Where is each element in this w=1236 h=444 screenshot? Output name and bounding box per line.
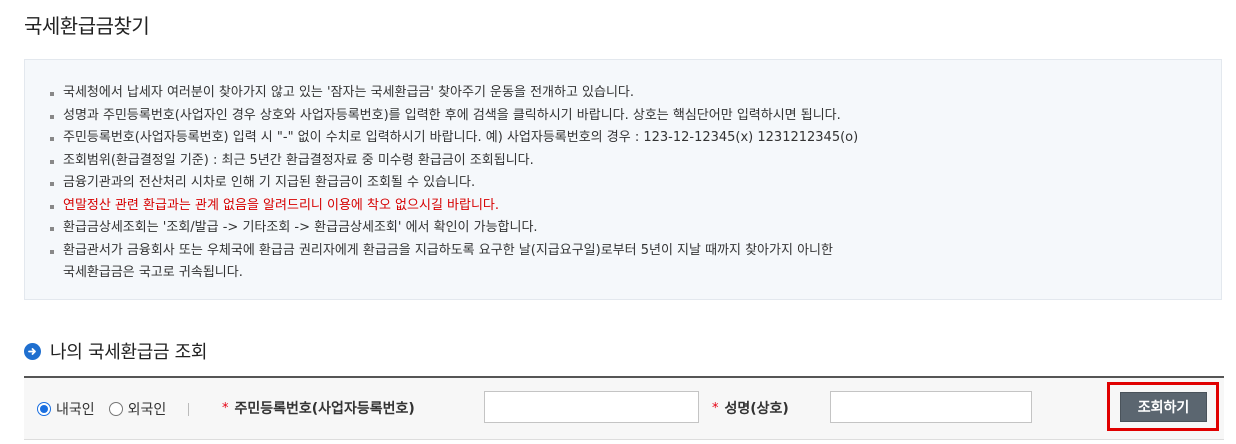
notice-item-text: 성명과 주민등록번호(사업자인 경우 상호와 사업자등록번호)를 입력한 후에 … (63, 107, 841, 123)
arrow-circle-icon (24, 342, 41, 360)
name-field-label-group: * 성명(상호) (712, 398, 789, 418)
divider (188, 402, 190, 416)
radio-foreign[interactable] (108, 402, 123, 416)
notice-item-text: 조회범위(환급결정일 기준) : 최근 5년간 환급결정자료 중 미수령 환급금… (63, 152, 534, 168)
name-input[interactable] (830, 391, 1032, 423)
notice-item: 조회범위(환급결정일 기준) : 최근 5년간 환급결정자료 중 미수령 환급금… (50, 150, 858, 173)
notice-item: 금융기관과의 전산처리 시차로 인해 기 지급된 환급금이 조회될 수 있습니다… (50, 172, 858, 195)
notice-item-text: 금융기관과의 전산처리 시차로 인해 기 지급된 환급금이 조회될 수 있습니다… (63, 175, 476, 190)
notice-item: 주민등록번호(사업자등록번호) 입력 시 "-" 없이 수치로 입력하시기 바랍… (50, 127, 858, 150)
section-title: 나의 국세환급금 조회 (50, 342, 208, 363)
radio-foreign-label[interactable]: 외국인 (128, 399, 167, 419)
notice-item-text: 주민등록번호(사업자등록번호) 입력 시 "-" 없이 수치로 입력하시기 바랍… (63, 130, 859, 145)
id-label: 주민등록번호(사업자등록번호) (234, 401, 415, 417)
required-mark: * (712, 400, 719, 416)
search-form: 내국인 외국인 * 주민등록번호(사업자등록번호) * 성명(상호) 조회하기 (24, 376, 1224, 440)
id-field-label-group: * 주민등록번호(사업자등록번호) (222, 398, 415, 418)
notice-item-text: 환급금상세조회는 '조회/발급 -> 기타조회 -> 환급금상세조회' 에서 확… (63, 220, 538, 235)
notice-list: 국세청에서 납세자 여러분이 찾아가지 않고 있는 '잠자는 국세환급금' 찾아… (50, 82, 858, 285)
name-label: 성명(상호) (724, 401, 789, 417)
section-heading: 나의 국세환급금 조회 (24, 338, 207, 364)
search-button[interactable]: 조회하기 (1120, 392, 1207, 422)
notice-item-text: 연말정산 관련 환급과는 관계 없음을 알려드리니 이용에 착오 없으시길 바랍… (63, 197, 500, 213)
notice-item-text: 국세청에서 납세자 여러분이 찾아가지 않고 있는 '잠자는 국세환급금' 찾아… (63, 85, 635, 100)
notice-item: 연말정산 관련 환급과는 관계 없음을 알려드리니 이용에 착오 없으시길 바랍… (50, 195, 858, 218)
notice-item: 성명과 주민등록번호(사업자인 경우 상호와 사업자등록번호)를 입력한 후에 … (50, 105, 858, 128)
radio-domestic-label[interactable]: 내국인 (56, 399, 95, 419)
notice-item: 국세청에서 납세자 여러분이 찾아가지 않고 있는 '잠자는 국세환급금' 찾아… (50, 82, 858, 105)
notice-item: 환급금상세조회는 '조회/발급 -> 기타조회 -> 환급금상세조회' 에서 확… (50, 217, 858, 240)
page-title: 국세환급금찾기 (24, 14, 150, 38)
required-mark: * (222, 400, 229, 416)
id-number-input[interactable] (484, 391, 699, 423)
nationality-radio-group: 내국인 외국인 (37, 399, 200, 419)
notice-item-text-cont: 국세환급금은 국고로 귀속됩니다. (63, 265, 243, 280)
notice-item-text: 환급관서가 금융회사 또는 우체국에 환급금 권리자에게 환급금을 지급하도록 … (63, 242, 833, 258)
notice-item: 환급관서가 금융회사 또는 우체국에 환급금 권리자에게 환급금을 지급하도록 … (50, 240, 858, 285)
notice-box: 국세청에서 납세자 여러분이 찾아가지 않고 있는 '잠자는 국세환급금' 찾아… (24, 59, 1222, 300)
radio-domestic[interactable] (37, 402, 51, 416)
